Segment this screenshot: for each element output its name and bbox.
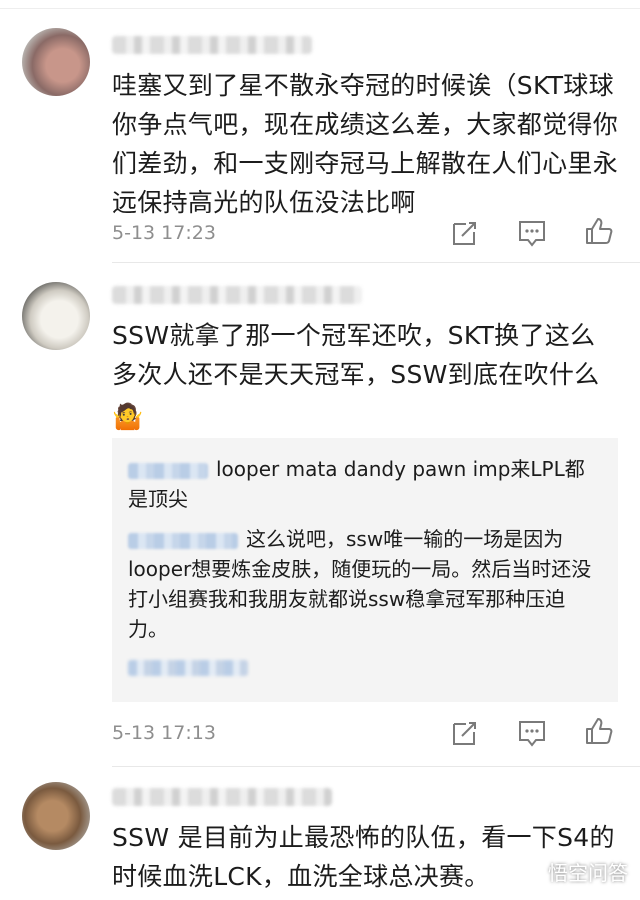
- comment-text-body: SSW就拿了那一个冠军还吹，SKT换了这么多次人还不是天天冠军，SSW到底在吹什…: [112, 321, 600, 389]
- comment-text: SSW就拿了那一个冠军还吹，SKT换了这么多次人还不是天天冠军，SSW到底在吹什…: [112, 316, 620, 436]
- avatar[interactable]: [22, 282, 90, 350]
- avatar[interactable]: [22, 782, 90, 850]
- reply-item[interactable]: 这么说吧，ssw唯一输的一场是因为looper想要炼金皮肤，随便玩的一局。然后当…: [128, 524, 602, 644]
- comment-icon[interactable]: [517, 218, 547, 248]
- reply-username-blurred[interactable]: [128, 462, 208, 479]
- username-blurred[interactable]: [112, 788, 332, 806]
- comment-item: 哇塞又到了星不散永夺冠的时候诶（SKT球球你争点气吧，现在成绩这么差，大家都觉得…: [0, 0, 640, 263]
- share-icon[interactable]: [450, 218, 480, 248]
- comment-item: SSW就拿了那一个冠军还吹，SKT换了这么多次人还不是天天冠军，SSW到底在吹什…: [0, 262, 640, 770]
- reply-item[interactable]: looper mata dandy pawn imp来LPL都是顶尖: [128, 454, 602, 514]
- share-icon[interactable]: [450, 718, 480, 748]
- comment-time: 5-13 17:23: [112, 222, 216, 244]
- thumbs-up-icon[interactable]: [584, 716, 614, 746]
- view-more-replies-blurred[interactable]: [128, 660, 248, 680]
- comment-item: SSW 是目前为止最恐怖的队伍，看一下S4的时候血洗LCK，血洗全球总决赛。: [0, 766, 640, 900]
- avatar[interactable]: [22, 28, 90, 96]
- username-blurred[interactable]: [112, 286, 362, 304]
- username-blurred[interactable]: [112, 36, 312, 54]
- reply-preview-box[interactable]: looper mata dandy pawn imp来LPL都是顶尖 这么说吧，…: [112, 438, 618, 702]
- comment-text: SSW 是目前为止最恐怖的队伍，看一下S4的时候血洗LCK，血洗全球总决赛。: [112, 823, 615, 891]
- thumbs-up-icon[interactable]: [584, 216, 614, 246]
- shrug-emoji-icon: 🤷: [112, 402, 144, 431]
- reply-username-blurred[interactable]: [128, 532, 238, 549]
- watermark: 悟空问答: [548, 861, 628, 885]
- comment-time: 5-13 17:13: [112, 722, 216, 744]
- comment-text: 哇塞又到了星不散永夺冠的时候诶（SKT球球你争点气吧，现在成绩这么差，大家都觉得…: [112, 71, 619, 217]
- comment-icon[interactable]: [517, 718, 547, 748]
